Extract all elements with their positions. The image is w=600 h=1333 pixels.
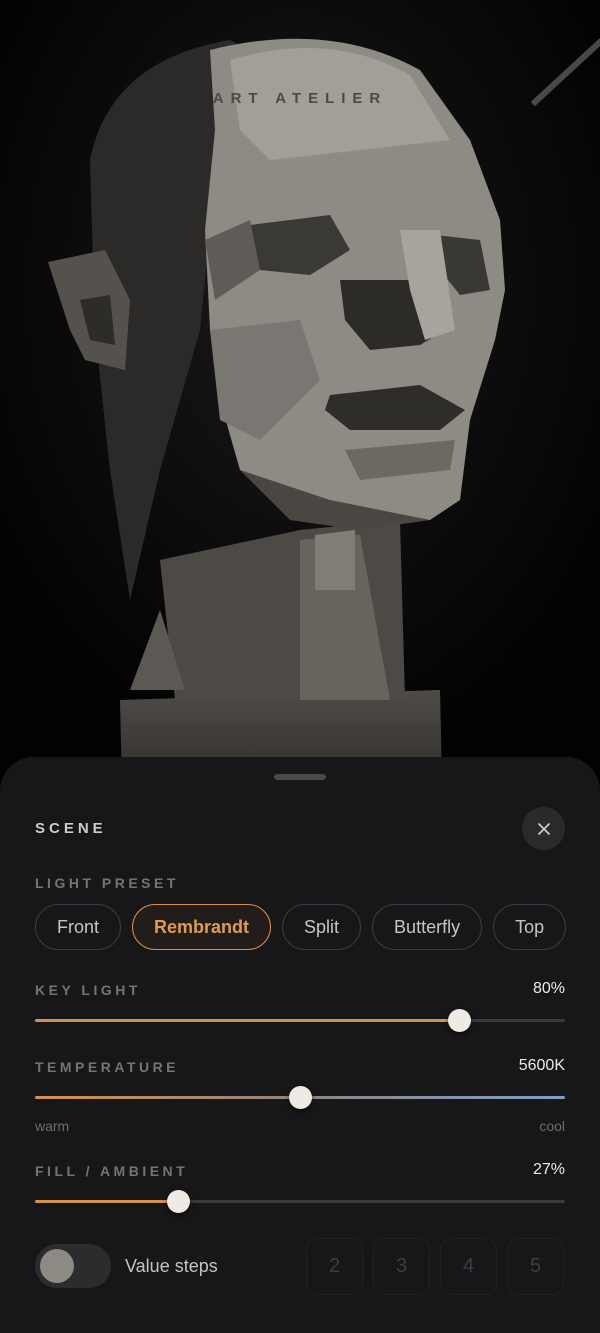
- light-stand-icon: [530, 37, 600, 107]
- preset-top[interactable]: Top: [493, 904, 567, 950]
- preset-butterfly[interactable]: Butterfly: [372, 904, 483, 950]
- light-preset-label: LIGHT PRESET: [35, 875, 179, 891]
- temperature-max-label: cool: [539, 1118, 565, 1134]
- fill-ambient-thumb[interactable]: [166, 1190, 190, 1213]
- temperature-value: 5600K: [518, 1057, 565, 1074]
- fill-ambient-label: FILL / AMBIENT: [35, 1163, 189, 1179]
- fill-ambient-fill: [35, 1200, 179, 1203]
- step-option-4[interactable]: 4: [440, 1238, 497, 1295]
- plaster-head-sculpture: [0, 0, 600, 820]
- close-button[interactable]: [522, 807, 565, 850]
- step-option-2[interactable]: 2: [306, 1238, 363, 1295]
- light-preset-group: Front Rembrandt Split Butterfly Top: [35, 904, 567, 950]
- fill-ambient-value: 27%: [532, 1161, 565, 1178]
- preset-split[interactable]: Split: [282, 904, 362, 950]
- temperature-slider[interactable]: [35, 1086, 565, 1109]
- 3d-viewport[interactable]: ART ATELIER: [0, 0, 600, 820]
- temperature-thumb[interactable]: [288, 1086, 312, 1109]
- scene-panel: SCENE LIGHT PRESET Front Rembrandt Split…: [0, 757, 600, 1333]
- brand-watermark: ART ATELIER: [212, 90, 388, 107]
- toggle-knob: [40, 1249, 74, 1283]
- temperature-min-label: warm: [35, 1118, 70, 1134]
- preset-rembrandt[interactable]: Rembrandt: [132, 904, 272, 950]
- panel-title: SCENE: [35, 820, 107, 837]
- step-option-3[interactable]: 3: [373, 1238, 430, 1295]
- temperature-label: TEMPERATURE: [35, 1059, 180, 1075]
- sheet-grabber[interactable]: [274, 774, 326, 780]
- close-icon: [537, 822, 550, 835]
- step-option-5[interactable]: 5: [507, 1238, 564, 1295]
- key-light-value: 80%: [532, 980, 565, 997]
- key-light-fill: [35, 1019, 459, 1022]
- fill-ambient-slider[interactable]: [35, 1190, 565, 1213]
- key-light-slider[interactable]: [35, 1009, 565, 1032]
- key-light-label: KEY LIGHT: [35, 982, 141, 998]
- value-steps-options: 2 3 4 5: [306, 1238, 564, 1295]
- preset-front[interactable]: Front: [35, 904, 122, 950]
- key-light-thumb[interactable]: [447, 1009, 471, 1032]
- value-steps-toggle[interactable]: [35, 1244, 111, 1288]
- value-steps-label: Value steps: [125, 1256, 218, 1276]
